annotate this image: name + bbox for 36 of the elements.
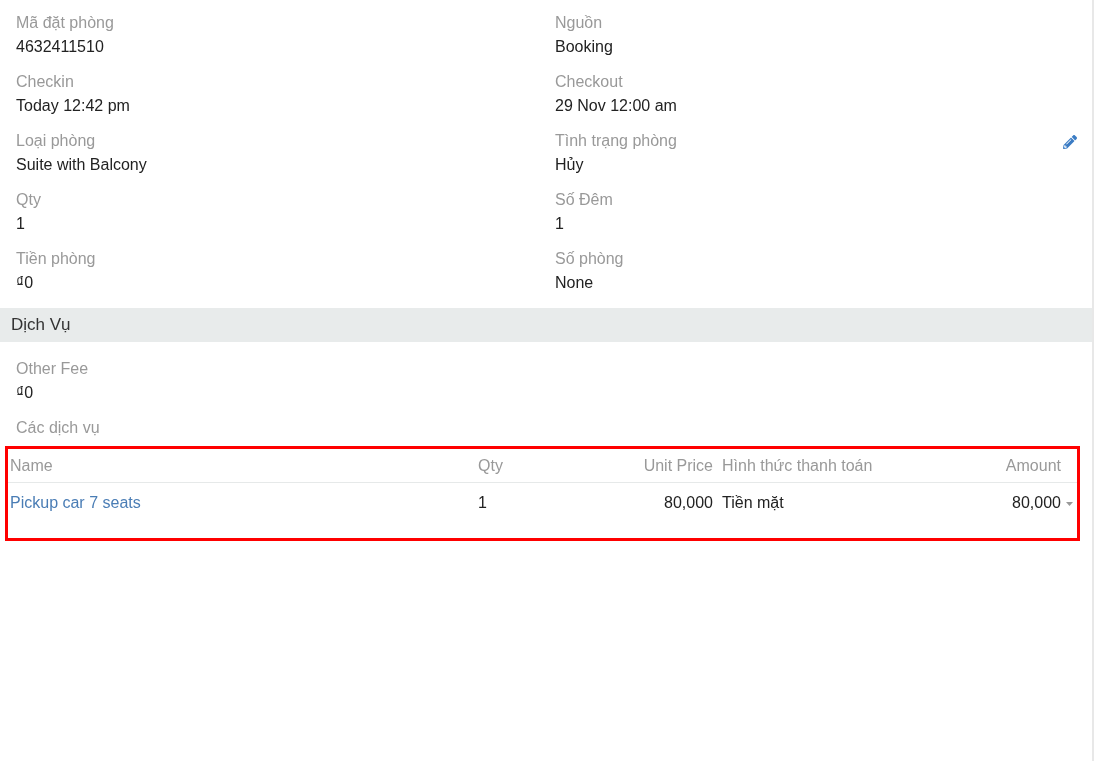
field-label: Tiền phòng [16, 249, 96, 269]
field-value: Suite with Balcony [16, 155, 147, 175]
table-cell: 80,000 [1012, 494, 1061, 512]
field-label: Các dịch vụ [16, 418, 100, 438]
column-header: Unit Price [643, 456, 713, 475]
field-label: Checkout [555, 72, 623, 92]
pencil-icon[interactable] [1063, 135, 1077, 149]
column-header: Name [9, 456, 53, 475]
field-label: Qty [16, 190, 41, 210]
field-label: Tình trạng phòng [555, 131, 677, 151]
section-header: Dịch Vụ [0, 308, 1092, 342]
field-value: None [555, 273, 594, 293]
field-label: Mã đặt phòng [16, 13, 114, 33]
field-value: 29 Nov 12:00 am [555, 96, 677, 116]
table-cell: 80,000 [664, 494, 713, 512]
field-value: Hủy [555, 155, 584, 175]
field-value: 1 [16, 214, 25, 234]
caret-icon[interactable] [1065, 502, 1073, 506]
column-header: Qty [477, 456, 503, 475]
field-value: 4632411510 [16, 37, 104, 57]
field-label: Other Fee [16, 359, 89, 379]
field-value: 1 [555, 214, 564, 234]
field-value: Booking [555, 37, 613, 57]
column-header: Amount [1005, 456, 1061, 475]
service-link[interactable]: Pickup car 7 seats [8, 494, 141, 512]
table-cell-text: Tiền mặt [721, 494, 784, 512]
field-value: Today 12:42 pm [16, 96, 130, 116]
table-cell-text: 1 [477, 494, 487, 512]
field-label: Số Đêm [555, 190, 613, 210]
field-label: Loại phòng [16, 131, 96, 151]
column-header: Hình thức thanh toán [721, 456, 873, 475]
field-label: Checkin [16, 72, 74, 92]
field-label: Nguồn [555, 13, 603, 33]
field-label: Số phòng [555, 249, 624, 269]
field-value: ₫0 [16, 383, 34, 403]
field-value: ₫0 [16, 273, 34, 293]
